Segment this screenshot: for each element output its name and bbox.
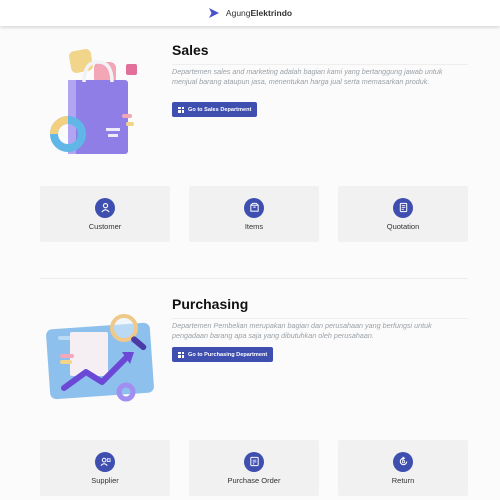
top-navbar: AgungElektrindo xyxy=(0,0,500,26)
return-card[interactable]: Return xyxy=(338,440,468,496)
return-card-label: Return xyxy=(391,475,415,485)
items-card[interactable]: Items xyxy=(189,186,319,242)
purchasing-description: Departemen Pembelian merupakan bagian da… xyxy=(172,318,468,341)
sales-title: Sales xyxy=(172,42,209,58)
items-card-label: Items xyxy=(244,221,264,231)
go-to-sales-label: Go to Sales Department xyxy=(188,106,252,113)
order-icon xyxy=(244,451,264,472)
brand[interactable]: AgungElektrindo xyxy=(208,7,292,19)
go-to-sales-button[interactable]: Go to Sales Department xyxy=(172,102,258,117)
customer-card-label: Customer xyxy=(88,221,122,231)
go-to-purchasing-button[interactable]: Go to Purchasing Department xyxy=(172,347,274,362)
sales-description: Departemen sales and marketing adalah ba… xyxy=(172,64,468,87)
purchase-order-card-label: Purchase Order xyxy=(227,475,281,485)
supplier-card[interactable]: Supplier xyxy=(40,440,170,496)
brand-name: AgungElektrindo xyxy=(225,8,293,18)
brand-logo-icon xyxy=(208,8,219,18)
section-divider xyxy=(40,278,468,279)
purchase-order-card[interactable]: Purchase Order xyxy=(189,440,319,496)
document-icon xyxy=(393,197,413,218)
customer-card[interactable]: Customer xyxy=(40,186,170,242)
page-content: Sales Departemen sales and marketing ada… xyxy=(0,26,500,500)
go-to-purchasing-label: Go to Purchasing Department xyxy=(188,351,268,358)
return-icon xyxy=(393,451,413,472)
analytics-illustration xyxy=(46,314,154,402)
supplier-icon xyxy=(95,451,115,472)
shopping-bag-illustration xyxy=(50,49,137,154)
user-icon xyxy=(95,197,115,218)
grid-icon xyxy=(178,106,184,113)
purchasing-title: Purchasing xyxy=(172,296,249,312)
quotation-card[interactable]: Quotation xyxy=(338,186,468,242)
supplier-card-label: Supplier xyxy=(91,475,119,485)
grid-icon xyxy=(178,351,184,358)
box-icon xyxy=(244,197,264,218)
quotation-card-label: Quotation xyxy=(386,221,420,231)
